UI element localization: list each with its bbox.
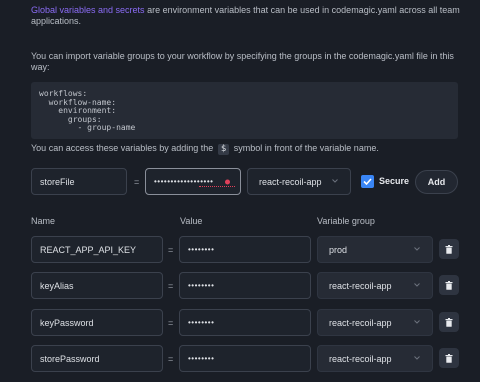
variable-value-field[interactable]: •••••••• xyxy=(179,309,311,336)
variable-value-masked: •••••••• xyxy=(188,354,215,363)
variable-name-field[interactable]: REACT_APP_API_KEY xyxy=(31,236,163,263)
new-variable-name-input[interactable]: storeFile xyxy=(31,168,127,195)
variable-name-field[interactable]: keyPassword xyxy=(31,309,163,336)
chevron-down-icon xyxy=(332,178,338,185)
equals-sign: = xyxy=(168,354,174,364)
trash-icon xyxy=(445,317,453,327)
variable-name-text: keyAlias xyxy=(40,280,74,291)
check-icon xyxy=(363,178,372,185)
variable-group-text: prod xyxy=(329,244,348,255)
new-variable-name-value: storeFile xyxy=(40,176,75,187)
dollar-symbol: $ xyxy=(217,144,230,155)
variable-group-select[interactable]: react-recoil-app xyxy=(317,309,433,336)
new-variable-value-input[interactable]: •••••••••••••••••• xyxy=(145,168,241,195)
spellcheck-underline xyxy=(199,186,235,187)
variable-group-select[interactable]: react-recoil-app xyxy=(317,272,433,299)
variable-group-text: react-recoil-app xyxy=(329,353,392,364)
trash-icon xyxy=(445,353,453,363)
trash-icon xyxy=(445,244,453,254)
global-variables-link[interactable]: Global variables and secrets xyxy=(31,5,145,15)
code-snippet: workflows: workflow-name: environment: g… xyxy=(31,82,458,139)
trash-icon xyxy=(445,280,453,290)
add-variable-button[interactable]: Add xyxy=(415,170,458,194)
delete-variable-button[interactable] xyxy=(439,348,459,368)
equals-sign: = xyxy=(168,318,174,328)
column-header-value: Value xyxy=(180,216,203,226)
new-variable-group-value: react-recoil-app xyxy=(259,176,322,187)
import-note: You can import variable groups to your w… xyxy=(31,51,454,72)
variable-group-text: react-recoil-app xyxy=(329,280,392,291)
chevron-down-icon xyxy=(414,246,420,253)
variable-value-masked: •••••••• xyxy=(188,245,215,254)
new-variable-value-masked: •••••••••••••••••• xyxy=(154,177,214,186)
variable-name-text: REACT_APP_API_KEY xyxy=(40,244,137,255)
variable-name-field[interactable]: keyAlias xyxy=(31,272,163,299)
delete-variable-button[interactable] xyxy=(439,239,459,259)
new-variable-group-select[interactable]: react-recoil-app xyxy=(247,168,351,195)
variable-group-text: react-recoil-app xyxy=(329,317,392,328)
delete-variable-button[interactable] xyxy=(439,275,459,295)
variable-name-field[interactable]: storePassword xyxy=(31,345,163,372)
variable-value-masked: •••••••• xyxy=(188,281,215,290)
variable-value-masked: •••••••• xyxy=(188,318,215,327)
variable-name-text: keyPassword xyxy=(40,317,94,328)
variable-name-text: storePassword xyxy=(40,353,100,364)
equals-sign: = xyxy=(134,177,140,187)
column-header-group: Variable group xyxy=(317,216,375,226)
secure-label: Secure xyxy=(379,176,410,186)
variable-group-select[interactable]: react-recoil-app xyxy=(317,345,433,372)
equals-sign: = xyxy=(168,281,174,291)
chevron-down-icon xyxy=(414,319,420,326)
access-note-before: You can access these variables by adding… xyxy=(31,143,214,153)
variable-value-field[interactable]: •••••••• xyxy=(179,345,311,372)
variable-value-field[interactable]: •••••••• xyxy=(179,236,311,263)
equals-sign: = xyxy=(168,245,174,255)
delete-variable-button[interactable] xyxy=(439,312,459,332)
secure-checkbox[interactable] xyxy=(361,175,374,188)
variable-group-select[interactable]: prod xyxy=(317,236,433,263)
intro-text: Global variables and secrets are environ… xyxy=(31,5,461,27)
chevron-down-icon xyxy=(414,282,420,289)
variable-value-field[interactable]: •••••••• xyxy=(179,272,311,299)
chevron-down-icon xyxy=(414,355,420,362)
access-note-after: symbol in front of the variable name. xyxy=(233,143,379,153)
error-indicator-icon xyxy=(225,179,230,184)
column-header-name: Name xyxy=(31,216,56,226)
access-note: You can access these variables by adding… xyxy=(31,143,461,155)
